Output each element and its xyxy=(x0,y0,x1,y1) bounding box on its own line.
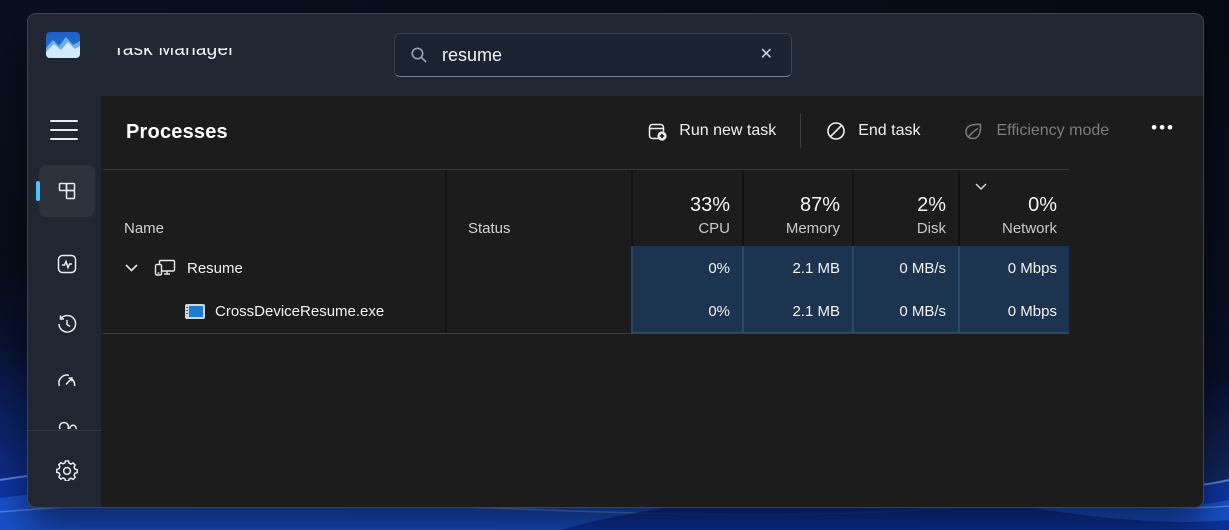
selected-accent-pill xyxy=(36,181,40,201)
toolbar-separator xyxy=(800,114,801,148)
sidebar-item-settings[interactable] xyxy=(39,443,95,495)
name-column-label: Name xyxy=(124,220,445,237)
process-table: Name Status 33% CPU 87% Memory 2% Disk xyxy=(103,169,1069,334)
status-cell xyxy=(445,246,631,290)
hamburger-menu-icon[interactable] xyxy=(50,120,78,140)
search-clear-button[interactable]: ✕ xyxy=(756,43,777,67)
cross-device-icon xyxy=(153,258,177,278)
memory-value: 2.1 MB xyxy=(792,260,840,277)
table-header-row: Name Status 33% CPU 87% Memory 2% Disk xyxy=(103,169,1069,246)
efficiency-mode-icon xyxy=(962,120,985,143)
network-total-usage: 0% xyxy=(1028,194,1057,217)
disk-cell: 0 MB/s xyxy=(852,290,958,333)
sidebar xyxy=(28,96,101,508)
task-manager-window: Task Manager ✕ xyxy=(27,13,1204,508)
network-value: 0 Mbps xyxy=(1008,303,1057,320)
process-name: Resume xyxy=(187,260,243,277)
memory-total-usage: 87% xyxy=(800,194,840,217)
search-box[interactable]: ✕ xyxy=(394,33,792,77)
expand-chevron-down-icon[interactable] xyxy=(124,263,139,273)
efficiency-mode-label: Efficiency mode xyxy=(996,122,1109,140)
sidebar-item-app-history[interactable] xyxy=(39,298,95,350)
column-header-cpu[interactable]: 33% CPU xyxy=(631,170,742,246)
sidebar-item-startup-apps[interactable] xyxy=(39,356,95,408)
main-panel: Processes Run new task xyxy=(101,96,1204,508)
more-options-button[interactable]: ••• xyxy=(1139,110,1187,152)
more-options-label: ••• xyxy=(1151,118,1175,138)
performance-icon xyxy=(55,252,79,276)
column-header-disk[interactable]: 2% Disk xyxy=(852,170,958,246)
cpu-value: 0% xyxy=(708,303,730,320)
network-cell: 0 Mbps xyxy=(958,246,1069,290)
search-input[interactable] xyxy=(442,45,756,66)
run-new-task-label: Run new task xyxy=(679,122,776,140)
cpu-cell: 0% xyxy=(631,290,742,333)
settings-gear-icon xyxy=(55,457,79,481)
titlebar: Task Manager ✕ xyxy=(28,14,1203,96)
sidebar-item-performance[interactable] xyxy=(39,238,95,290)
disk-value: 0 MB/s xyxy=(899,260,946,277)
memory-value: 2.1 MB xyxy=(792,303,840,320)
cpu-value: 0% xyxy=(708,260,730,277)
disk-value: 0 MB/s xyxy=(899,303,946,320)
column-header-name[interactable]: Name xyxy=(103,170,445,246)
sort-chevron-down-icon xyxy=(974,178,988,196)
table-row-resume[interactable]: Resume 0% 2.1 MB 0 MB/s 0 Mbps xyxy=(103,246,1069,290)
cpu-column-label: CPU xyxy=(698,220,730,237)
efficiency-mode-button[interactable]: Efficiency mode xyxy=(948,112,1123,151)
cpu-total-usage: 33% xyxy=(690,194,730,217)
disk-cell: 0 MB/s xyxy=(852,246,958,290)
memory-column-label: Memory xyxy=(786,220,840,237)
window-title: Task Manager xyxy=(113,48,333,67)
startup-apps-icon xyxy=(55,370,79,394)
task-manager-app-icon xyxy=(46,32,80,58)
users-icon xyxy=(53,418,81,429)
cpu-cell: 0% xyxy=(631,246,742,290)
page-title: Processes xyxy=(126,121,228,144)
network-cell: 0 Mbps xyxy=(958,290,1069,333)
end-task-label: End task xyxy=(858,122,920,140)
memory-cell: 2.1 MB xyxy=(742,246,852,290)
network-column-label: Network xyxy=(1002,220,1057,237)
network-value: 0 Mbps xyxy=(1008,260,1057,277)
window-title-text: Task Manager xyxy=(113,48,333,63)
sidebar-item-processes[interactable] xyxy=(39,165,95,217)
end-task-icon xyxy=(825,120,847,142)
disk-column-label: Disk xyxy=(917,220,946,237)
process-name: CrossDeviceResume.exe xyxy=(215,303,384,320)
column-header-memory[interactable]: 87% Memory xyxy=(742,170,852,246)
sidebar-divider xyxy=(28,430,101,431)
run-new-task-button[interactable]: Run new task xyxy=(632,112,790,150)
sidebar-item-users[interactable] xyxy=(39,418,95,429)
end-task-button[interactable]: End task xyxy=(811,112,934,150)
status-cell xyxy=(445,290,631,333)
run-new-task-icon xyxy=(646,120,668,142)
column-header-network[interactable]: 0% Network xyxy=(958,170,1069,246)
search-icon xyxy=(410,46,428,64)
disk-total-usage: 2% xyxy=(917,194,946,217)
table-row-crossdeviceresume[interactable]: CrossDeviceResume.exe 0% 2.1 MB 0 MB/s 0… xyxy=(103,290,1069,334)
memory-cell: 2.1 MB xyxy=(742,290,852,333)
processes-icon xyxy=(56,180,78,202)
column-header-status[interactable]: Status xyxy=(445,170,631,246)
toolbar: Run new task End task xyxy=(632,108,1187,154)
app-history-icon xyxy=(55,312,79,336)
exe-app-icon xyxy=(185,304,205,319)
status-column-label: Status xyxy=(468,220,631,237)
